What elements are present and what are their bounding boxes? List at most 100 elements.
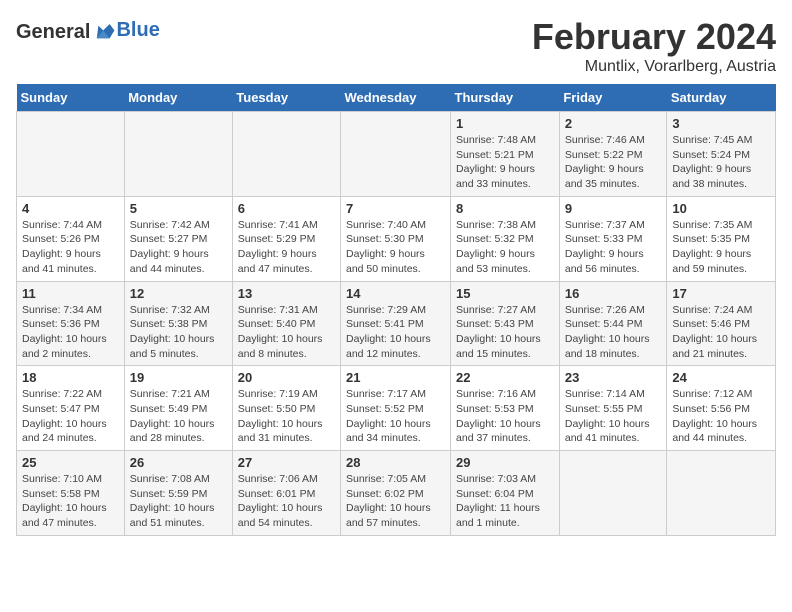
calendar-cell: 4Sunrise: 7:44 AM Sunset: 5:26 PM Daylig… [17, 196, 125, 281]
day-number: 20 [238, 370, 335, 385]
day-detail: Sunrise: 7:08 AM Sunset: 5:59 PM Dayligh… [130, 472, 227, 531]
calendar-cell: 17 Sunrise: 7:24 AM Sunset: 5:46 PM Dayli… [667, 281, 776, 366]
day-number: 21 [346, 370, 445, 385]
day-detail: Sunrise: 7:48 AM Sunset: 5:21 PM Dayligh… [456, 133, 554, 192]
day-detail: Sunrise: 7:27 AM Sunset: 5:43 PM Dayligh… [456, 303, 554, 362]
calendar-cell: 21 Sunrise: 7:17 AM Sunset: 5:52 PM Dayli… [341, 366, 451, 451]
calendar-cell: 20 Sunrise: 7:19 AM Sunset: 5:50 PM Dayli… [232, 366, 340, 451]
day-detail: Sunrise: 7:05 AM Sunset: 6:02 PM Dayligh… [346, 472, 445, 531]
calendar-cell: 26Sunrise: 7:08 AM Sunset: 5:59 PM Dayli… [124, 451, 232, 536]
calendar-cell: 18 Sunrise: 7:22 AM Sunset: 5:47 PM Dayli… [17, 366, 125, 451]
calendar-cell [124, 112, 232, 197]
day-number: 25 [22, 455, 119, 470]
calendar-header-saturday: Saturday [667, 84, 776, 112]
day-number: 3 [672, 116, 770, 131]
calendar-header-monday: Monday [124, 84, 232, 112]
calendar-week-row: 25 Sunrise: 7:10 AM Sunset: 5:58 PM Dayli… [17, 451, 776, 536]
day-number: 8 [456, 201, 554, 216]
day-detail: Sunrise: 7:26 AM Sunset: 5:44 PM Dayligh… [565, 303, 662, 362]
day-detail: Sunrise: 7:06 AM Sunset: 6:01 PM Dayligh… [238, 472, 335, 531]
day-number: 27 [238, 455, 335, 470]
calendar-cell: 7 Sunrise: 7:40 AM Sunset: 5:30 PM Daylig… [341, 196, 451, 281]
calendar-cell: 14Sunrise: 7:29 AM Sunset: 5:41 PM Dayli… [341, 281, 451, 366]
day-detail: Sunrise: 7:22 AM Sunset: 5:47 PM Dayligh… [22, 387, 119, 446]
day-number: 5 [130, 201, 227, 216]
day-detail: Sunrise: 7:34 AM Sunset: 5:36 PM Dayligh… [22, 303, 119, 362]
day-number: 1 [456, 116, 554, 131]
day-detail: Sunrise: 7:41 AM Sunset: 5:29 PM Dayligh… [238, 218, 335, 277]
day-number: 7 [346, 201, 445, 216]
day-number: 16 [565, 286, 662, 301]
day-detail: Sunrise: 7:24 AM Sunset: 5:46 PM Dayligh… [672, 303, 770, 362]
calendar-table: SundayMondayTuesdayWednesdayThursdayFrid… [16, 84, 776, 536]
day-detail: Sunrise: 7:32 AM Sunset: 5:38 PM Dayligh… [130, 303, 227, 362]
calendar-cell: 3 Sunrise: 7:45 AM Sunset: 5:24 PM Daylig… [667, 112, 776, 197]
day-number: 13 [238, 286, 335, 301]
day-detail: Sunrise: 7:31 AM Sunset: 5:40 PM Dayligh… [238, 303, 335, 362]
day-detail: Sunrise: 7:45 AM Sunset: 5:24 PM Dayligh… [672, 133, 770, 192]
title-area: February 2024 Muntlix, Vorarlberg, Austr… [532, 16, 776, 76]
day-number: 28 [346, 455, 445, 470]
calendar-cell: 24Sunrise: 7:12 AM Sunset: 5:56 PM Dayli… [667, 366, 776, 451]
logo-general-text: General [16, 21, 90, 44]
calendar-cell: 27 Sunrise: 7:06 AM Sunset: 6:01 PM Dayli… [232, 451, 340, 536]
day-number: 29 [456, 455, 554, 470]
day-detail: Sunrise: 7:42 AM Sunset: 5:27 PM Dayligh… [130, 218, 227, 277]
page-header: General Blue February 2024 Muntlix, Vora… [16, 16, 776, 76]
day-number: 14 [346, 286, 445, 301]
day-detail: Sunrise: 7:19 AM Sunset: 5:50 PM Dayligh… [238, 387, 335, 446]
day-number: 19 [130, 370, 227, 385]
calendar-cell: 19 Sunrise: 7:21 AM Sunset: 5:49 PM Dayli… [124, 366, 232, 451]
calendar-cell: 9Sunrise: 7:37 AM Sunset: 5:33 PM Daylig… [559, 196, 667, 281]
calendar-cell: 13 Sunrise: 7:31 AM Sunset: 5:40 PM Dayli… [232, 281, 340, 366]
day-detail: Sunrise: 7:21 AM Sunset: 5:49 PM Dayligh… [130, 387, 227, 446]
calendar-cell: 28 Sunrise: 7:05 AM Sunset: 6:02 PM Dayli… [341, 451, 451, 536]
calendar-cell: 15 Sunrise: 7:27 AM Sunset: 5:43 PM Dayli… [451, 281, 560, 366]
calendar-header-tuesday: Tuesday [232, 84, 340, 112]
calendar-header-sunday: Sunday [17, 84, 125, 112]
calendar-cell [341, 112, 451, 197]
day-number: 23 [565, 370, 662, 385]
calendar-week-row: 11Sunrise: 7:34 AM Sunset: 5:36 PM Dayli… [17, 281, 776, 366]
day-detail: Sunrise: 7:14 AM Sunset: 5:55 PM Dayligh… [565, 387, 662, 446]
day-detail: Sunrise: 7:10 AM Sunset: 5:58 PM Dayligh… [22, 472, 119, 531]
day-detail: Sunrise: 7:17 AM Sunset: 5:52 PM Dayligh… [346, 387, 445, 446]
logo-icon [92, 20, 116, 44]
day-number: 2 [565, 116, 662, 131]
day-detail: Sunrise: 7:38 AM Sunset: 5:32 PM Dayligh… [456, 218, 554, 277]
day-number: 10 [672, 201, 770, 216]
calendar-header-thursday: Thursday [451, 84, 560, 112]
calendar-cell: 1 Sunrise: 7:48 AM Sunset: 5:21 PM Daylig… [451, 112, 560, 197]
calendar-cell: 6 Sunrise: 7:41 AM Sunset: 5:29 PM Daylig… [232, 196, 340, 281]
day-detail: Sunrise: 7:16 AM Sunset: 5:53 PM Dayligh… [456, 387, 554, 446]
calendar-cell: 22 Sunrise: 7:16 AM Sunset: 5:53 PM Dayli… [451, 366, 560, 451]
calendar-cell: 10 Sunrise: 7:35 AM Sunset: 5:35 PM Dayli… [667, 196, 776, 281]
day-number: 9 [565, 201, 662, 216]
day-number: 18 [22, 370, 119, 385]
calendar-week-row: 18 Sunrise: 7:22 AM Sunset: 5:47 PM Dayli… [17, 366, 776, 451]
day-number: 17 [672, 286, 770, 301]
day-number: 24 [672, 370, 770, 385]
calendar-header-wednesday: Wednesday [341, 84, 451, 112]
calendar-cell: 12Sunrise: 7:32 AM Sunset: 5:38 PM Dayli… [124, 281, 232, 366]
day-detail: Sunrise: 7:44 AM Sunset: 5:26 PM Dayligh… [22, 218, 119, 277]
logo: General Blue [16, 20, 160, 44]
day-detail: Sunrise: 7:40 AM Sunset: 5:30 PM Dayligh… [346, 218, 445, 277]
page-subtitle: Muntlix, Vorarlberg, Austria [532, 58, 776, 76]
day-number: 22 [456, 370, 554, 385]
calendar-cell: 11Sunrise: 7:34 AM Sunset: 5:36 PM Dayli… [17, 281, 125, 366]
day-number: 15 [456, 286, 554, 301]
calendar-cell [559, 451, 667, 536]
day-detail: Sunrise: 7:35 AM Sunset: 5:35 PM Dayligh… [672, 218, 770, 277]
calendar-cell [232, 112, 340, 197]
calendar-week-row: 1 Sunrise: 7:48 AM Sunset: 5:21 PM Daylig… [17, 112, 776, 197]
calendar-cell: 2Sunrise: 7:46 AM Sunset: 5:22 PM Daylig… [559, 112, 667, 197]
page-title: February 2024 [532, 16, 776, 58]
calendar-header-friday: Friday [559, 84, 667, 112]
day-detail: Sunrise: 7:03 AM Sunset: 6:04 PM Dayligh… [456, 472, 554, 531]
calendar-week-row: 4Sunrise: 7:44 AM Sunset: 5:26 PM Daylig… [17, 196, 776, 281]
calendar-cell [667, 451, 776, 536]
calendar-header-row: SundayMondayTuesdayWednesdayThursdayFrid… [17, 84, 776, 112]
day-number: 6 [238, 201, 335, 216]
calendar-cell: 8 Sunrise: 7:38 AM Sunset: 5:32 PM Daylig… [451, 196, 560, 281]
